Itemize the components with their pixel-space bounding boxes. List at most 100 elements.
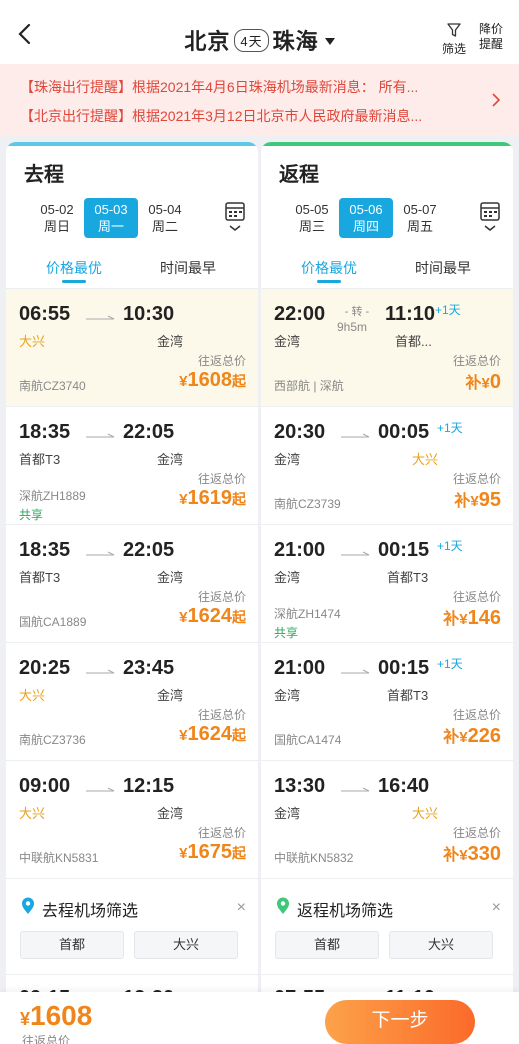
arrow-icon [86,315,115,320]
price-value: 330 [467,843,501,865]
airport-chip-daxing[interactable]: 大兴 [389,931,493,959]
price-alert-button[interactable]: 降价 提醒 [476,22,506,52]
flight-card[interactable]: 18:35 22:05 首都T3 金湾 往返总价 ¥1619起 深航ZH1889… [6,406,258,524]
weekday-value: 周五 [406,219,433,234]
airport-chip-capital[interactable]: 首都 [275,931,379,959]
outbound-top-bar [6,142,258,146]
calendar-icon[interactable] [479,200,501,236]
flight-card[interactable]: 06:55 10:30 大兴 金湾 往返总价 ¥1608起 南航CZ3740 [6,288,258,406]
filter-button[interactable]: 筛选 [439,22,469,57]
yen-sign: ¥ [179,845,188,862]
yen-sign: ¥ [459,847,468,864]
sort-price-tab[interactable]: 价格最优 [24,258,124,283]
next-day-badge: +1天 [435,303,461,317]
yen-sign: ¥ [20,1009,31,1029]
sort-price-tab[interactable]: 价格最优 [279,258,379,283]
arr-time: 10:30 [123,303,175,325]
arr-time: 23:45 [123,657,175,679]
location-pin-icon [277,897,289,914]
arr-time: 12:15 [123,775,175,797]
outbound-airport-filter: 去程机场筛选 × 首都 大兴 [6,878,258,974]
airline-flight-no: 西部航 | 深航 [274,379,344,393]
dep-time: 13:30 [274,775,326,797]
arrow-icon [86,669,115,674]
date-option[interactable]: 05-04 周二 [138,198,192,238]
arr-airport: 首都... [395,334,432,349]
price-value: 1624 [187,605,233,627]
date-value: 05-03 [94,202,128,217]
date-value: 05-04 [148,202,182,217]
dep-airport: 金湾 [274,334,301,349]
price-prefix: 补 [443,729,460,746]
airport-filter-title: 返程机场筛选 [297,903,394,920]
arrow-icon [341,787,370,792]
close-icon[interactable]: × [492,899,501,917]
close-icon[interactable]: × [237,899,246,917]
price-suffix: 起 [232,491,246,507]
airport-chip-daxing[interactable]: 大兴 [134,931,238,959]
airline-flight-no: 南航CZ3740 [19,379,86,393]
yen-sign: ¥ [470,493,479,510]
arrow-icon [86,433,115,438]
flight-card[interactable]: 21:00 00:15 +1天 金湾 首都T3 往返总价 补¥146 深航ZH1… [261,524,513,642]
return-date-strip: 05-05 周三 05-06 周四 05-07 周五 [261,198,513,238]
airport-chip-capital[interactable]: 首都 [20,931,124,959]
flight-card[interactable]: 18:35 22:05 首都T3 金湾 往返总价 ¥1624起 国航CA1889 [6,524,258,642]
flight-card[interactable]: 09:00 12:15 大兴 金湾 往返总价 ¥1675起 中联航KN5831 [6,760,258,878]
roundtrip-label: 往返总价 [197,590,246,604]
flight-card[interactable]: 20:25 23:45 大兴 金湾 往返总价 ¥1624起 南航CZ3736 [6,642,258,760]
arrow-icon [86,551,115,556]
date-option[interactable]: 05-05 周三 [285,198,339,238]
price-alert-label-2: 提醒 [478,37,503,51]
weekday-value: 周一 [97,219,124,234]
active-underline [317,280,341,283]
airline-flight-no: 南航CZ3736 [19,733,86,747]
travel-notices[interactable]: 【珠海出行提醒】根据2021年4月6日珠海机场最新消息： 所有... 【北京出行… [0,64,519,136]
arr-airport: 金湾 [156,806,183,821]
date-value: 05-07 [403,202,437,217]
flight-price: 补¥330 [443,841,501,866]
roundtrip-label: 往返总价 [197,472,246,486]
price-value: 95 [478,489,501,511]
return-airport-filter: 返程机场筛选 × 首都 大兴 [261,878,513,974]
flight-card[interactable]: 13:30 16:40 金湾 大兴 往返总价 补¥330 中联航KN5832 [261,760,513,878]
dep-airport: 金湾 [274,806,301,821]
flight-price: 补¥226 [443,723,501,748]
roundtrip-label: 往返总价 [452,472,501,486]
dep-airport: 大兴 [19,806,46,821]
outbound-flight-list: 06:55 10:30 大兴 金湾 往返总价 ¥1608起 南航CZ3740 1… [6,288,258,1014]
arr-time: 00:15 [378,539,430,561]
date-option[interactable]: 05-02 周日 [30,198,84,238]
date-option-selected[interactable]: 05-03 周一 [84,198,138,238]
dep-time: 06:55 [19,303,71,325]
chevron-right-icon [492,93,501,107]
sort-time-tab[interactable]: 时间最早 [393,258,493,278]
notice-beijing: 【北京出行提醒】根据2021年3月12日北京市人民政府最新消息... [20,108,423,124]
roundtrip-label: 往返总价 [197,826,246,840]
next-day-badge: +1天 [437,657,463,671]
date-value: 05-05 [295,202,329,217]
date-option-selected[interactable]: 05-06 周四 [339,198,393,238]
next-step-button[interactable]: 下一步 [325,1000,475,1044]
total-price-value: 1608 [30,1000,93,1031]
arr-airport: 首都T3 [387,570,429,585]
flight-price: ¥1675起 [179,841,246,864]
airline-flight-no: 国航CA1474 [274,733,342,747]
next-day-badge: +1天 [437,421,463,435]
price-value: 146 [467,607,501,629]
date-option[interactable]: 05-07 周五 [393,198,447,238]
flight-card[interactable]: 20:30 00:05 +1天 金湾 大兴 往返总价 补¥95 南航CZ3739 [261,406,513,524]
dep-time: 20:25 [19,657,71,679]
active-underline [62,280,86,283]
weekday-value: 周二 [151,219,178,234]
arr-airport: 大兴 [411,806,438,821]
flight-card[interactable]: 22:00 - 转 - 9h5m 11:10 +1天 金湾 首都... 往返总价… [261,288,513,406]
calendar-icon[interactable] [224,200,246,236]
sort-time-tab[interactable]: 时间最早 [138,258,238,278]
location-pin-icon [22,897,34,914]
price-value: 0 [489,371,501,393]
arr-airport: 金湾 [156,570,183,585]
yen-sign: ¥ [179,373,188,390]
codeshare-badge: 共享 [19,508,44,522]
flight-card[interactable]: 21:00 00:15 +1天 金湾 首都T3 往返总价 补¥226 国航CA1… [261,642,513,760]
